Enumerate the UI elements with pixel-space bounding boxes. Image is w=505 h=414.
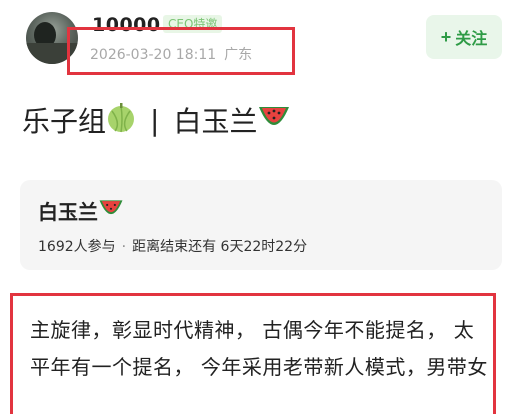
stats-dot: · xyxy=(121,239,127,255)
countdown: 距离结束还有 6天22时22分 xyxy=(132,239,308,255)
follow-label: 关注 xyxy=(455,31,488,48)
watermelon-icon xyxy=(257,103,291,138)
poll-card[interactable]: 白玉兰 1692人参与 · 距离结束还有 6天22时22分 xyxy=(20,180,502,270)
poll-title-text: 白玉兰 xyxy=(38,200,98,224)
participants-count: 1692人参与 xyxy=(38,239,116,255)
melon-icon xyxy=(106,101,136,140)
content-highlight-box xyxy=(10,293,496,414)
poll-card-stats: 1692人参与 · 距离结束还有 6天22时22分 xyxy=(38,236,307,256)
watermelon-icon xyxy=(98,197,124,224)
plus-icon: + xyxy=(440,26,452,47)
meta-highlight-box xyxy=(67,27,295,75)
poll-card-title: 白玉兰 xyxy=(38,196,124,225)
post-title-right: 白玉兰 xyxy=(173,105,258,138)
title-separator: | xyxy=(150,103,160,137)
post-title: 乐子组 | 白玉兰 xyxy=(22,100,291,140)
post-title-left: 乐子组 xyxy=(22,105,107,138)
follow-button[interactable]: + 关注 xyxy=(426,15,502,59)
